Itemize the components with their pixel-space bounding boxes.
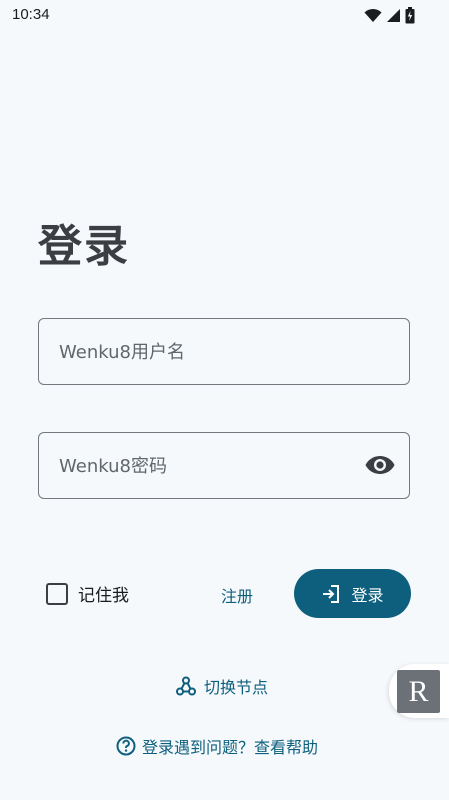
login-screen: 10:34 登录 记住我 注册 — [0, 0, 449, 800]
username-field[interactable] — [38, 318, 410, 385]
signal-icon — [387, 9, 400, 22]
register-button[interactable]: 注册 — [221, 583, 253, 607]
password-input[interactable] — [57, 433, 361, 499]
help-link[interactable]: 登录遇到问题？查看帮助 — [116, 734, 318, 758]
login-button-label: 登录 — [351, 585, 384, 605]
switch-node-button[interactable]: 切换节点 — [176, 674, 268, 698]
page-title: 登录 — [38, 221, 130, 272]
status-bar: 10:34 — [0, 0, 449, 32]
network-node-icon — [176, 676, 196, 696]
battery-icon — [405, 7, 415, 24]
floating-r-button[interactable]: R — [389, 664, 449, 718]
remember-me-checkbox[interactable] — [46, 582, 68, 605]
switch-node-label: 切换节点 — [204, 678, 269, 697]
login-button[interactable]: 登录 — [294, 569, 411, 618]
eye-icon[interactable] — [365, 453, 395, 477]
login-arrow-icon — [323, 584, 340, 603]
help-label: 登录遇到问题？查看帮助 — [142, 738, 319, 757]
wifi-icon — [364, 8, 382, 22]
remember-me-label: 记住我 — [78, 586, 129, 606]
remember-me[interactable]: 记住我 — [46, 581, 129, 606]
status-time: 10:34 — [12, 6, 50, 23]
username-input[interactable] — [57, 319, 361, 385]
status-icons — [364, 7, 415, 24]
password-field[interactable] — [38, 432, 410, 499]
help-circle-icon — [116, 736, 136, 756]
floating-r-label: R — [397, 670, 440, 713]
